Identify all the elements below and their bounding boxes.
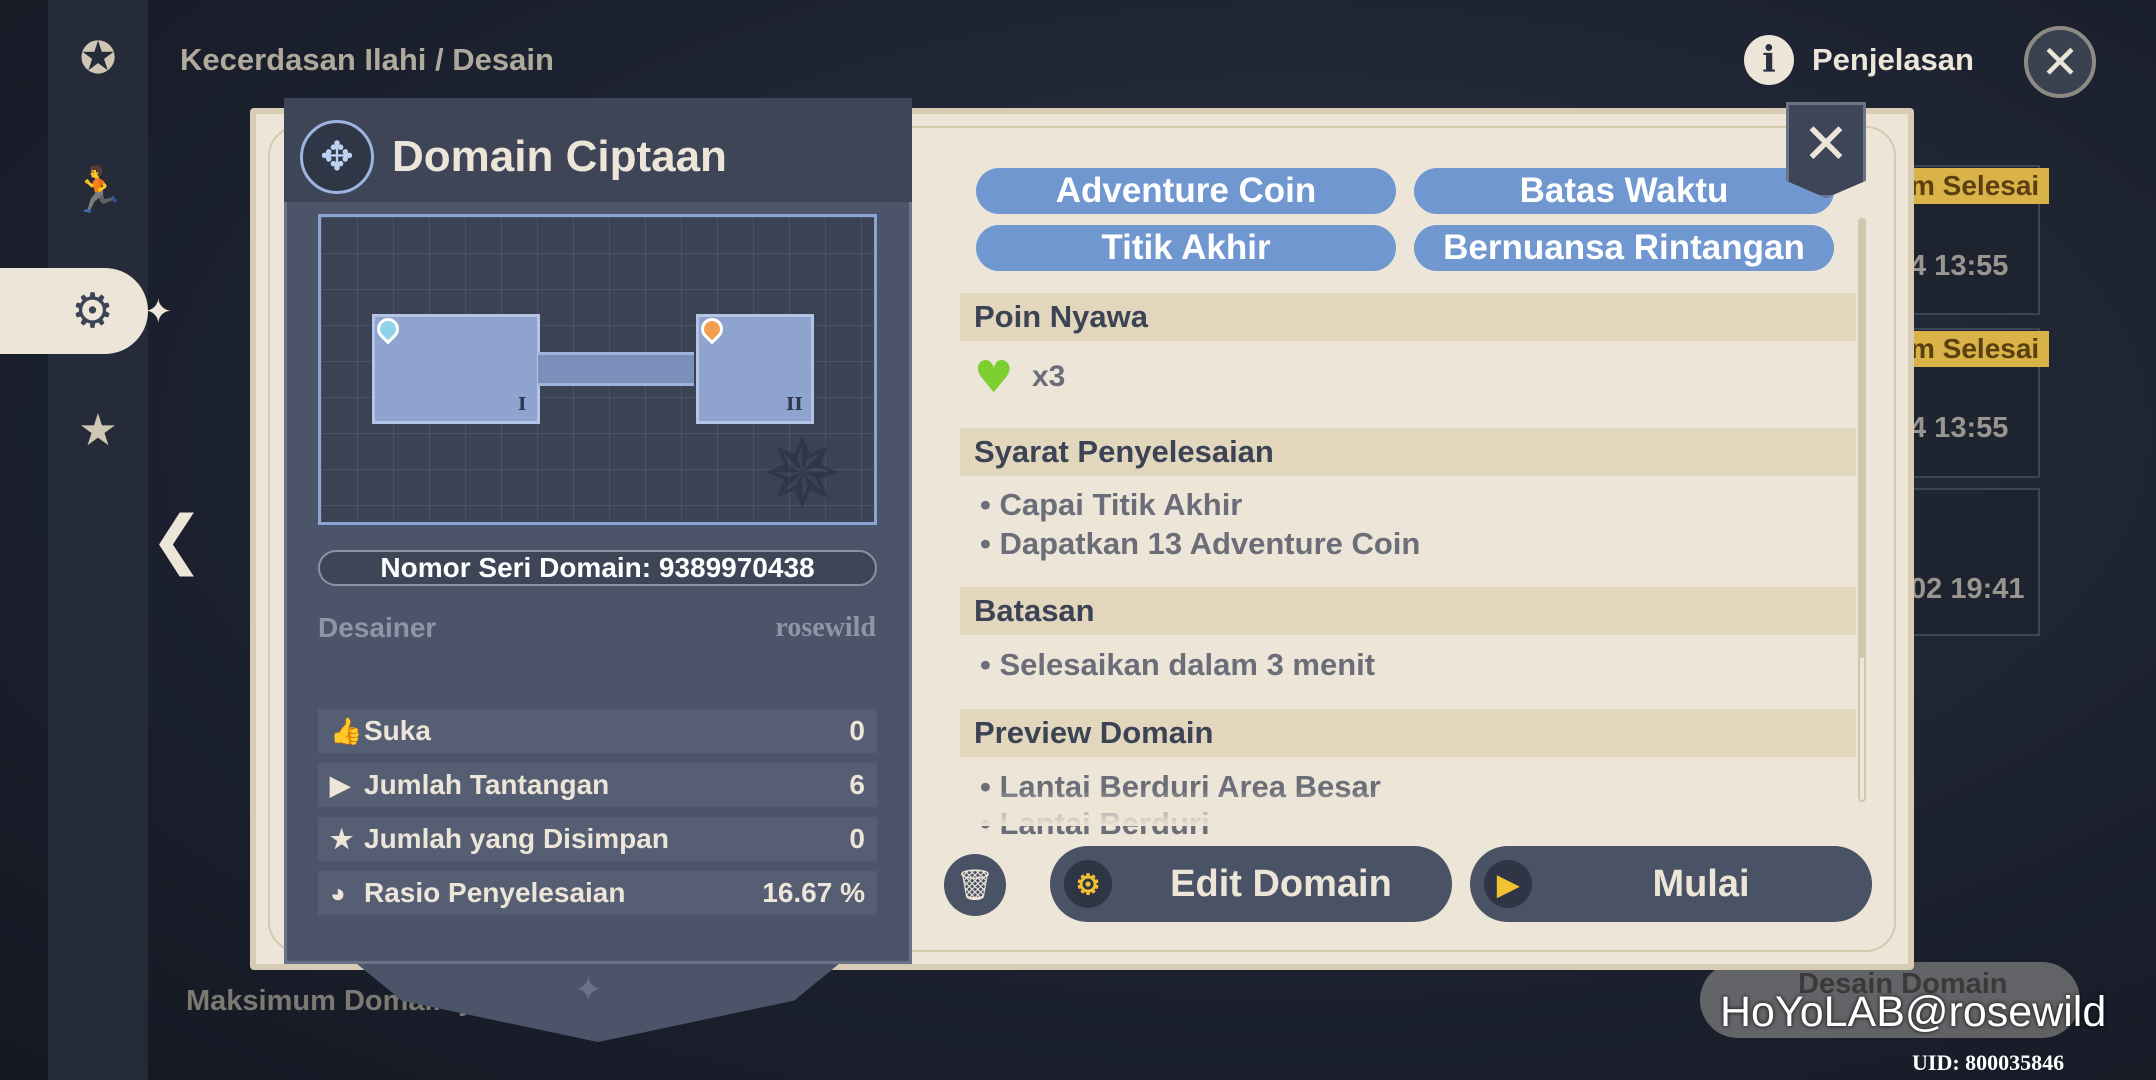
hp-count: x3	[1032, 360, 1066, 393]
stat-row-completion: ◕ Rasio Penyelesaian 16.67 %	[318, 871, 877, 915]
tag-time-limit: Batas Waktu	[1414, 168, 1834, 214]
play-icon: ▶	[330, 769, 350, 800]
stat-row-challenges: ▶ Jumlah Tantangan 6	[318, 763, 877, 807]
stat-value: 0	[849, 715, 865, 746]
section-preview-title: Preview Domain	[960, 709, 1856, 757]
stat-label: Jumlah Tantangan	[364, 769, 610, 800]
star-bookmark-icon[interactable]: ★	[58, 390, 138, 470]
scrollbar-thumb[interactable]	[1858, 218, 1866, 658]
info-icon[interactable]: i	[1744, 35, 1794, 85]
info-label[interactable]: Penjelasan	[1812, 42, 1974, 78]
delete-button[interactable]: 🗑	[944, 854, 1006, 916]
close-screen-button[interactable]: ✕	[2024, 26, 2096, 98]
completion-item: • Dapatkan 13 Adventure Coin	[980, 526, 1421, 561]
trash-icon: 🗑	[955, 867, 995, 903]
scroll-fade	[960, 790, 1856, 826]
edit-domain-button[interactable]: ⚙ Edit Domain	[1050, 846, 1452, 922]
stat-row-saved: ★ Jumlah yang Disimpan 0	[318, 817, 877, 861]
start-button[interactable]: ▶ Mulai	[1470, 846, 1872, 922]
status-badge: m Selesai	[1900, 168, 2050, 204]
watermark: HoYoLAB@rosewild	[1720, 988, 2107, 1036]
card-time: 4 13:55	[1910, 250, 2009, 282]
designer-name: rosewild	[775, 612, 876, 643]
room-label: I	[518, 394, 527, 415]
tag-obstacles: Bernuansa Rintangan	[1414, 225, 1834, 271]
stat-value: 0	[849, 823, 865, 854]
uid-label: UID: 800035846	[1912, 1050, 2065, 1075]
collapse-arrow-icon[interactable]: ❮	[150, 503, 204, 577]
stat-label: Suka	[364, 715, 431, 746]
completion-item: • Capai Titik Akhir	[980, 487, 1243, 522]
edit-domain-label: Edit Domain	[1170, 863, 1392, 905]
pie-icon: ◕	[330, 877, 346, 908]
section-hp-title: Poin Nyawa	[960, 293, 1856, 341]
map-corridor	[538, 352, 694, 386]
sparkle-icon: ✦	[574, 970, 603, 1010]
panel-title: Domain Ciptaan	[392, 132, 727, 181]
heart-icon: ♥	[974, 352, 1014, 403]
stat-label: Rasio Penyelesaian	[364, 877, 626, 908]
stat-value: 16.67 %	[762, 877, 865, 908]
stat-label: Jumlah yang Disimpan	[364, 823, 669, 854]
runner-icon[interactable]: 🏃	[58, 150, 138, 230]
domain-emblem-icon: ✥	[300, 120, 374, 194]
serial-number[interactable]: Nomor Seri Domain: 9389970438	[318, 550, 877, 586]
section-completion-title: Syarat Penyelesaian	[960, 428, 1856, 476]
room-label: II	[786, 394, 803, 415]
start-label: Mulai	[1652, 863, 1750, 905]
play-icon: ▶	[1484, 860, 1532, 908]
card-time: 4 13:55	[1910, 412, 2009, 444]
close-dialog-button[interactable]: ✕	[1786, 102, 1866, 198]
breadcrumb: Kecerdasan Ilahi / Desain	[180, 42, 554, 77]
gear-icon: ⚙	[1064, 860, 1112, 908]
section-limit-title: Batasan	[960, 587, 1856, 635]
thumbs-up-icon: 👍	[330, 715, 363, 746]
map-gear-icon[interactable]: ⚙	[0, 268, 148, 354]
limit-item: • Selesaikan dalam 3 menit	[980, 647, 1376, 682]
star-icon: ★	[330, 823, 354, 854]
compass-icon[interactable]: ✪	[58, 18, 138, 98]
compass-watermark-icon: ✵	[762, 418, 843, 530]
stat-row-likes: 👍 Suka 0	[318, 709, 877, 753]
tag-adventure-coin: Adventure Coin	[976, 168, 1396, 214]
card-time: 02 19:41	[1910, 573, 2025, 605]
sparkle-icon: ✦	[144, 292, 173, 332]
designer-label: Desainer	[318, 612, 437, 643]
stat-value: 6	[849, 769, 865, 800]
status-badge: m Selesai	[1900, 331, 2050, 367]
tag-end-point: Titik Akhir	[976, 225, 1396, 271]
